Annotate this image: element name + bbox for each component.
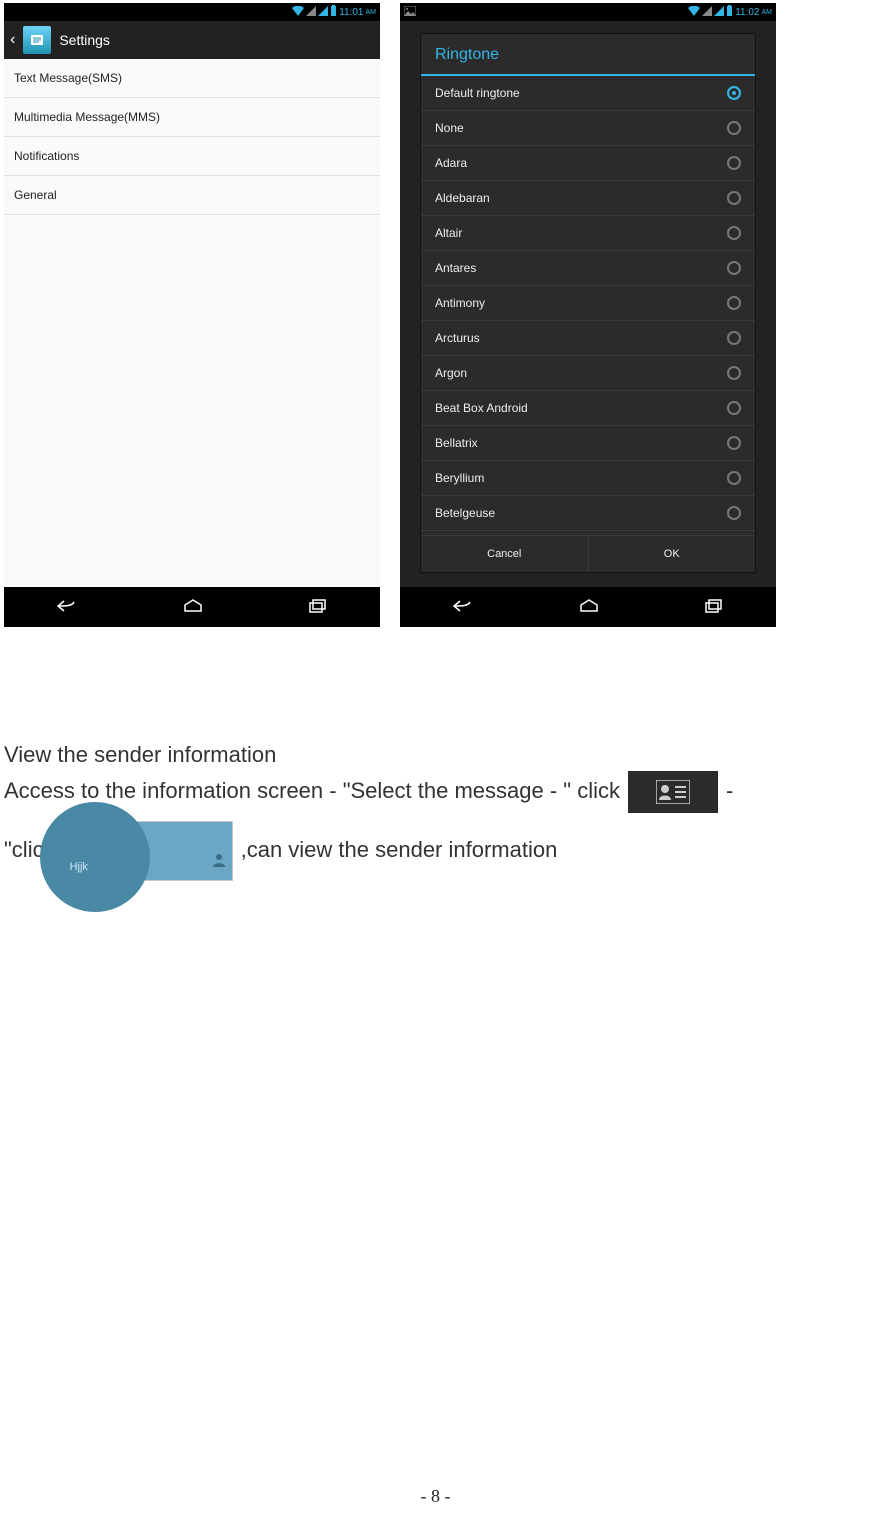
messaging-app-icon[interactable] [23,26,51,54]
ringtone-label: Bellatrix [435,436,478,450]
radio-icon[interactable] [727,436,741,450]
radio-icon[interactable] [727,401,741,415]
ringtone-item[interactable]: Antimony [421,286,755,321]
ringtone-label: Default ringtone [435,86,520,100]
action-bar: ‹ Settings [4,21,380,59]
ringtone-item[interactable]: Aldebaran [421,181,755,216]
ringtone-item[interactable]: Arcturus [421,321,755,356]
ringtone-item[interactable]: Bellatrix [421,426,755,461]
radio-icon[interactable] [727,331,741,345]
signal-icon [306,6,316,19]
ringtone-item[interactable]: None [421,111,755,146]
status-bar: 11:02 AM [400,3,776,21]
radio-icon[interactable] [727,191,741,205]
recent-nav-icon[interactable] [308,599,328,616]
ringtone-item[interactable]: Argon [421,356,755,391]
ok-button[interactable]: OK [589,536,756,572]
signal-icon [702,6,712,19]
radio-icon[interactable] [727,86,741,100]
nav-bar [4,587,380,627]
ringtone-label: Altair [435,226,462,240]
ringtone-label: Beryllium [435,471,484,485]
battery-icon [330,5,337,19]
ringtone-item[interactable]: Altair [421,216,755,251]
status-time-suffix: AM [762,9,773,16]
dialog-title: Ringtone [421,34,755,76]
screenshot-ringtone: 11:02 AM Ringtone Default ringtone None Ad… [400,3,776,627]
ringtone-label: Antares [435,261,476,275]
page-number: - 8 - [0,1486,871,1507]
instructions-line2b: ,can view the sender information [241,835,558,866]
radio-icon[interactable] [727,121,741,135]
radio-icon[interactable] [727,296,741,310]
contact-tile[interactable]: Hjjk [63,821,233,881]
settings-list: Text Message(SMS) Multimedia Message(MMS… [4,59,380,587]
back-nav-icon[interactable] [56,599,78,616]
ringtone-item[interactable]: Antares [421,251,755,286]
ringtone-label: Beat Box Android [435,401,528,415]
settings-item-general[interactable]: General [4,176,380,215]
action-bar-title: Settings [59,32,110,48]
person-icon [212,845,226,876]
settings-item-notifications[interactable]: Notifications [4,137,380,176]
ringtone-label: Aldebaran [435,191,490,205]
radio-icon[interactable] [727,226,741,240]
settings-item-mms[interactable]: Multimedia Message(MMS) [4,98,380,137]
status-time: 11:01 [339,7,363,18]
home-nav-icon[interactable] [579,599,599,616]
wifi-icon [292,6,304,19]
wifi-icon [688,6,700,19]
contact-card-icon[interactable] [628,771,718,813]
back-icon[interactable]: ‹ [10,31,15,49]
ringtone-label: Betelgeuse [435,506,495,520]
battery-icon [726,5,733,19]
ringtone-label: None [435,121,464,135]
ringtone-label: Arcturus [435,331,480,345]
radio-icon[interactable] [727,506,741,520]
settings-item-sms[interactable]: Text Message(SMS) [4,59,380,98]
back-nav-icon[interactable] [452,599,474,616]
recent-nav-icon[interactable] [704,599,724,616]
ringtone-item[interactable]: Default ringtone [421,76,755,111]
ringtone-label: Adara [435,156,467,170]
radio-icon[interactable] [727,156,741,170]
ringtone-item[interactable]: Beat Box Android [421,391,755,426]
status-time: 11:02 [735,7,759,18]
signal-icon-2 [318,6,328,19]
instructions-line1b: - [726,776,733,807]
ringtone-label: Antimony [435,296,485,310]
ringtone-dialog: Ringtone Default ringtone None Adara Aldeba… [420,33,756,573]
status-time-suffix: AM [366,9,377,16]
contact-tile-name: Hjjk [70,860,88,875]
instructions-text: View the sender information Access to th… [4,740,851,881]
ringtone-label: Argon [435,366,467,380]
dialog-buttons: Cancel OK [421,535,755,572]
instructions-heading: View the sender information [4,740,851,771]
radio-icon[interactable] [727,261,741,275]
gallery-notif-icon [404,6,416,19]
screenshot-settings: 11:01 AM ‹ Settings Text Message(SMS) Mu… [4,3,380,627]
status-bar: 11:01 AM [4,3,380,21]
nav-bar [400,587,776,627]
ringtone-item[interactable]: Beryllium [421,461,755,496]
ringtone-list[interactable]: Default ringtone None Adara Aldebaran Altair… [421,76,755,535]
ringtone-item[interactable]: Adara [421,146,755,181]
cancel-button[interactable]: Cancel [421,536,589,572]
radio-icon[interactable] [727,366,741,380]
home-nav-icon[interactable] [183,599,203,616]
signal-icon-2 [714,6,724,19]
ringtone-item[interactable]: Betelgeuse [421,496,755,531]
radio-icon[interactable] [727,471,741,485]
